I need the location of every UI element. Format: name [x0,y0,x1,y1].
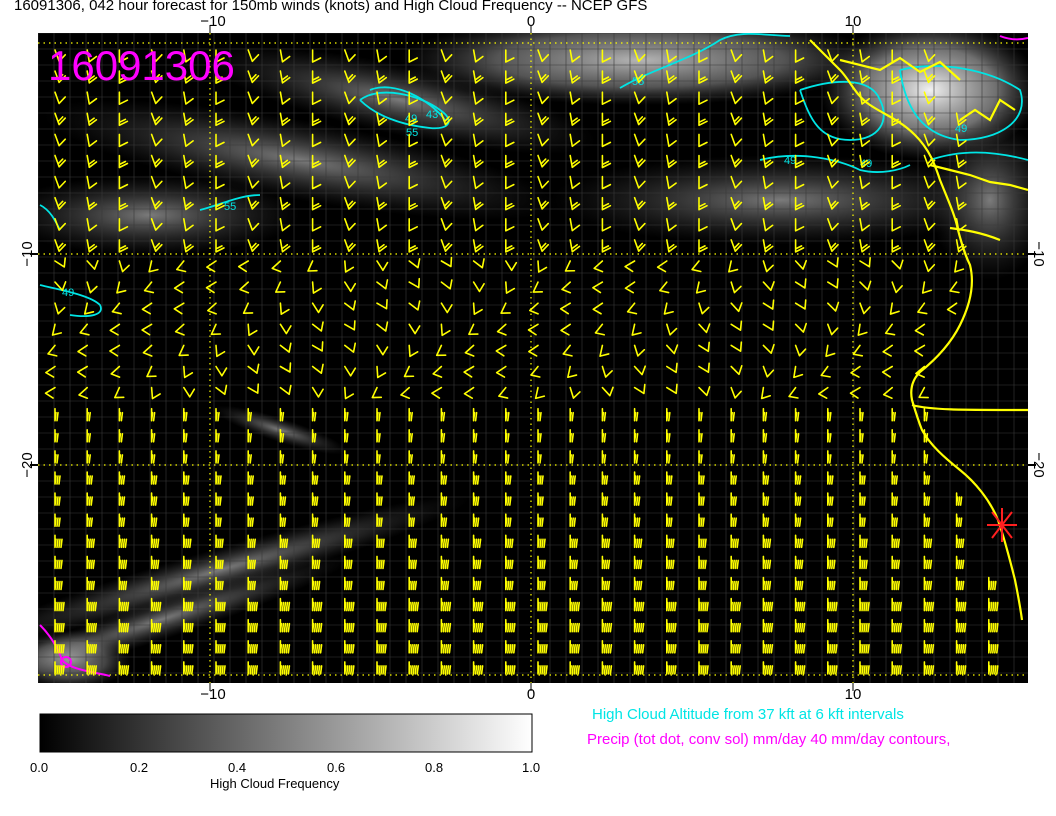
contour-label: 49 [955,123,967,135]
precip-legend: Precip (tot dot, conv sol) mm/day 40 mm/… [587,731,951,748]
x-tick-label: −10 [200,686,225,700]
contour-label: 49 [62,287,74,299]
weather-map: 55 49 43 55 49 55 49 49 49 16091306 −10 … [19,13,1047,700]
date-stamp: 16091306 [48,42,235,89]
y-axis-right-labels: −10 −20 [1030,241,1047,477]
cloud-altitude-legend: High Cloud Altitude from 37 kft at 6 kft… [592,706,904,723]
colorbar-tick: 0.4 [228,760,247,775]
colorbar-tick: 0.2 [130,760,149,775]
x-tick-label: 10 [845,686,862,700]
contour-label: 43 [426,109,438,121]
colorbar-tick: 0.6 [327,760,346,775]
x-tick-label: 0 [527,686,535,700]
x-tick-label: −10 [200,13,225,30]
x-axis-bottom-labels: −10 0 10 [200,686,861,700]
x-tick-label: 10 [845,13,862,30]
colorbar-title: High Cloud Frequency [210,776,340,791]
x-axis-top-labels: −10 0 10 [200,13,861,30]
y-axis-left-labels: −10 −20 [19,241,36,477]
contour-label: 55 [406,127,418,139]
x-tick-label: 0 [527,13,535,30]
contour-label: 49 [784,155,796,167]
colorbar [39,713,533,753]
colorbar-tick: 0.8 [425,760,444,775]
colorbar-tick: 0.0 [30,760,49,775]
contour-label: 55 [224,201,236,213]
colorbar-tick: 1.0 [522,760,541,775]
